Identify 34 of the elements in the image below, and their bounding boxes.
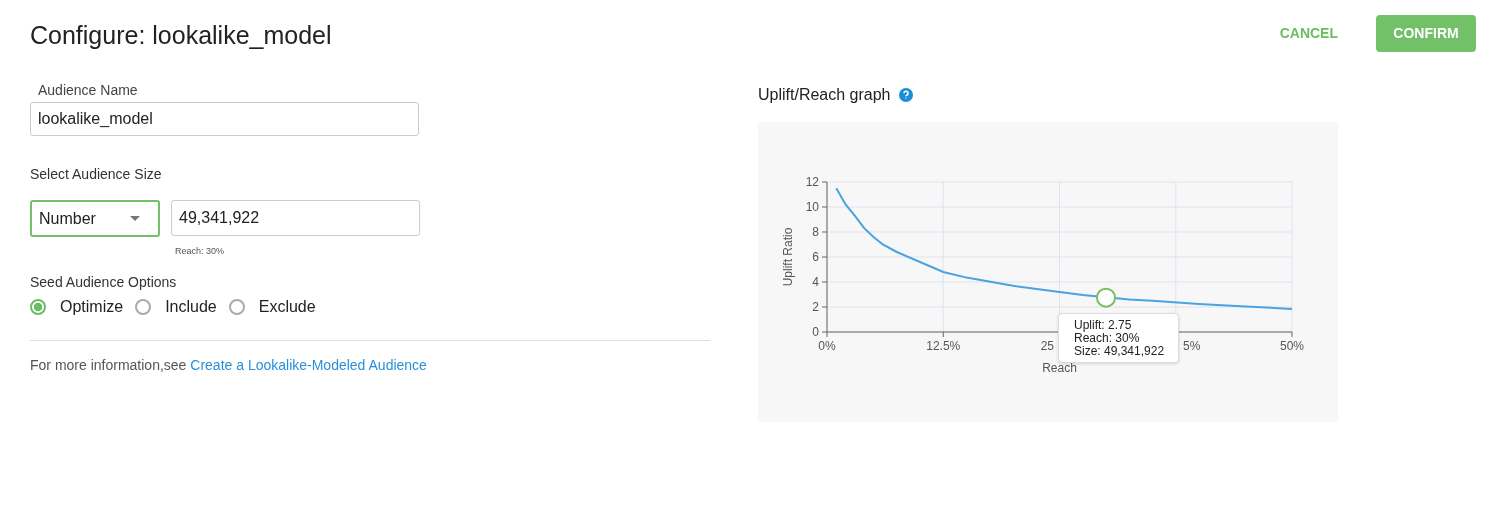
x-tick-label: 12.5% [926,339,961,353]
point-marker[interactable] [1096,287,1116,308]
y-tick-label: 10 [805,200,819,214]
tooltip-line: Uplift: 2.75 [1074,319,1133,332]
section-label: Seed Audience Options [30,274,178,290]
audience-size-field[interactable]: 49,341,922 [171,200,420,236]
y-tick-label: 0 [812,325,819,339]
reach-hint: Reach: 30% [175,246,226,256]
size-mode-dropdown[interactable]: Number [30,200,160,237]
info-text: For more information,see [30,357,187,373]
radio-option[interactable]: Include [135,298,217,316]
y-tick-label: 2 [812,300,819,314]
field-label: Audience Name [38,82,139,98]
page-title: Configure: lookalike_model [30,19,332,50]
y-tick-label: 4 [812,275,819,289]
y-axis-title: Uplift Ratio [781,227,795,287]
x-axis-title: Reach [1042,361,1077,375]
y-tick-label: 6 [812,250,819,264]
x-tick-label: 25 [1040,339,1054,353]
y-tick-label: 12 [805,175,819,189]
graph-title: Uplift/Reach graph [758,86,891,104]
y-tick-label: 8 [812,225,819,239]
help-link[interactable]: Create a Lookalike-Modeled Audience [190,357,427,373]
radio-option[interactable]: Exclude [228,298,316,316]
x-tick-label: 0% [818,339,836,353]
tooltip-line: Size: 49,341,922 [1074,345,1166,358]
audience-name-field[interactable]: lookalike_model [30,102,419,136]
radio-option[interactable]: Optimize [30,298,124,316]
tooltip-line: Reach: 30% [1074,332,1141,345]
x-tick-label: 50% [1280,339,1304,353]
caret-icon [130,216,140,221]
x-tick-label: 5% [1183,339,1201,353]
help-icon[interactable] [898,88,913,102]
section-label: Select Audience Size [30,166,163,182]
